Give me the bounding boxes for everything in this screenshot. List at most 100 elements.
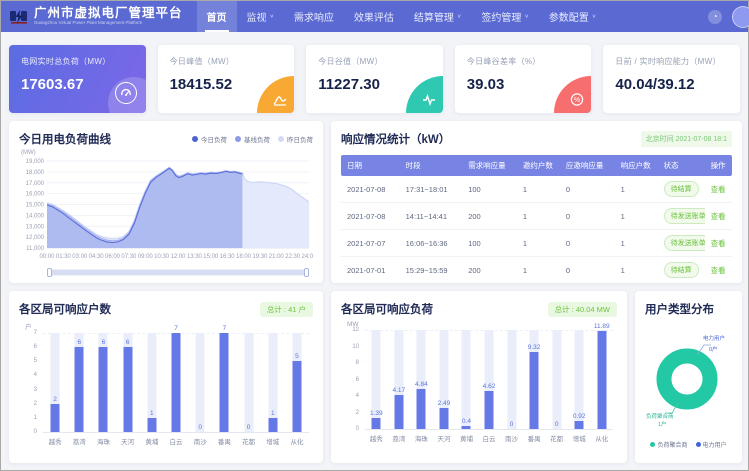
avatar[interactable] [732,6,749,28]
legend-item-today[interactable]: 今日负荷 [192,134,227,144]
bar-南沙[interactable]: 0 [500,330,523,429]
total-badge: 总计 : 41 户 [260,302,313,317]
bar-fill [220,333,229,432]
y-tick-label: 4 [356,393,359,399]
table-cell: 1 [517,185,560,194]
response-table: 日期时段需求响应量邀约户数应邀响应量响应户数状态操作 2021-07-0817:… [341,155,732,283]
legend-dot [650,442,655,447]
svg-text:13:30: 13:30 [187,254,203,260]
nav-item-效果评估[interactable]: 效果评估 [344,1,404,32]
kpi-card-valley: 今日谷值（MW） 11227.30 [306,45,443,113]
x-tick-label: 花都 [237,436,261,446]
chevron-down-icon: ∨ [270,14,274,20]
view-link[interactable]: 查看 [711,266,726,275]
datazoom-slider[interactable] [47,269,309,276]
x-tick-label: 荔湾 [67,436,91,446]
nav-item-签约管理[interactable]: 签约管理∨ [471,1,538,32]
bar-天河[interactable]: 6 [116,333,140,432]
kpi-label: 今日峰值（MW） [170,56,295,67]
app-title: 广州市虚拟电厂管理平台 [34,7,183,20]
bar-fill [462,426,471,429]
y-axis-unit: MW [347,321,617,328]
panel-title: 用户类型分布 [645,301,732,317]
x-tick-label: 番禺 [212,436,236,446]
bar-番禺[interactable]: 9.32 [523,330,546,429]
bar-value-label: 4.84 [415,381,428,388]
column-header: 状态 [658,160,705,171]
nav-item-首页[interactable]: 首页 [197,1,237,32]
kpi-label: 今日谷值（MW） [318,56,443,67]
legend-item-baseline[interactable]: 基线负荷 [235,134,270,144]
bar-fill [575,421,584,429]
x-tick-label: 从化 [285,436,309,446]
panel-user-type-distribution: 用户类型分布 电力用户 0户 负荷聚合商 1户 负荷聚合商 电力用户 [635,291,742,463]
legend-dot [696,442,701,447]
bar-value-label: 9.32 [528,344,541,351]
x-tick-label: 花都 [545,433,568,443]
kpi-card-peak-valley-rate: 今日峰谷差率（%） 39.03 % [455,45,592,113]
bar-从化[interactable]: 5 [285,333,309,432]
bar-花都[interactable]: 0 [237,333,261,432]
legend-item-power-user[interactable]: 电力用户 [696,440,727,449]
bar-越秀[interactable]: 2 [43,333,67,432]
table-cell: 1 [517,239,560,248]
bar-荔湾[interactable]: 4.17 [388,330,411,429]
bar-白云[interactable]: 7 [164,333,188,432]
bar-黄埔[interactable]: 0.4 [455,330,478,429]
svg-text:18:00: 18:00 [236,254,252,260]
table-cell: 15:29~15:59 [400,266,463,275]
y-tick-label: 8 [356,360,359,366]
datazoom-range[interactable] [49,270,307,275]
status-badge: 待结算 [664,262,699,278]
bar-value-label: 6 [77,339,81,346]
svg-text:15,000: 15,000 [26,203,45,209]
bar-海珠[interactable]: 6 [91,333,115,432]
bar-海珠[interactable]: 4.84 [410,330,433,429]
bar-番禺[interactable]: 7 [212,333,236,432]
column-header: 时段 [400,160,463,171]
bar-fill [51,404,60,432]
bar-天河[interactable]: 2.49 [433,330,456,429]
bar-value-label: 0 [198,424,202,431]
legend-label: 今日负荷 [201,134,227,144]
bar-花都[interactable]: 0 [545,330,568,429]
panel-title: 各区局可响应负荷 [341,301,433,317]
donut-slice-aggregator[interactable] [664,356,710,402]
bar-越秀[interactable]: 1.39 [365,330,388,429]
bar-track [507,330,516,429]
table-row: 2021-07-0814:11~14:41200101待发送账单查看 [341,203,732,230]
legend-label: 电力用户 [703,440,727,449]
bar-增城[interactable]: 1 [261,333,285,432]
bar-value-label: 11.89 [594,323,610,330]
svg-text:16:30: 16:30 [220,254,236,260]
bar-track [244,333,253,432]
notification-icon[interactable]: ◔ [708,10,722,24]
view-link[interactable]: 查看 [711,212,726,221]
x-tick-label: 天河 [433,433,456,443]
view-link[interactable]: 查看 [711,239,726,248]
nav-item-需求响应[interactable]: 需求响应 [284,1,344,32]
bar-track [462,330,471,429]
view-link[interactable]: 查看 [711,185,726,194]
nav-item-监视[interactable]: 监视∨ [237,1,284,32]
legend-item-yesterday[interactable]: 昨日负荷 [278,134,313,144]
status-badge: 待发送账单 [664,208,705,224]
legend-item-aggregator[interactable]: 负荷聚合商 [650,440,687,449]
datazoom-handle-right[interactable] [304,268,309,277]
kpi-label: 电网实时总负荷（MW） [21,56,146,67]
bar-fill [394,395,403,429]
nav-item-参数配置[interactable]: 参数配置∨ [539,1,606,32]
nav-item-结算管理[interactable]: 结算管理∨ [404,1,471,32]
bar-白云[interactable]: 4.62 [478,330,501,429]
bar-增城[interactable]: 0.92 [568,330,591,429]
bar-南沙[interactable]: 0 [188,333,212,432]
datazoom-handle-left[interactable] [47,268,52,277]
table-cell: 待结算 [658,181,705,197]
table-row: 2021-07-0115:29~15:59200101待结算查看 [341,257,732,283]
bar-从化[interactable]: 11.89 [590,330,613,429]
bar-荔湾[interactable]: 6 [67,333,91,432]
y-tick-label: 6 [356,377,359,383]
svg-text:17,000: 17,000 [26,181,45,187]
svg-text:16,000: 16,000 [26,192,45,198]
bar-黄埔[interactable]: 1 [140,333,164,432]
